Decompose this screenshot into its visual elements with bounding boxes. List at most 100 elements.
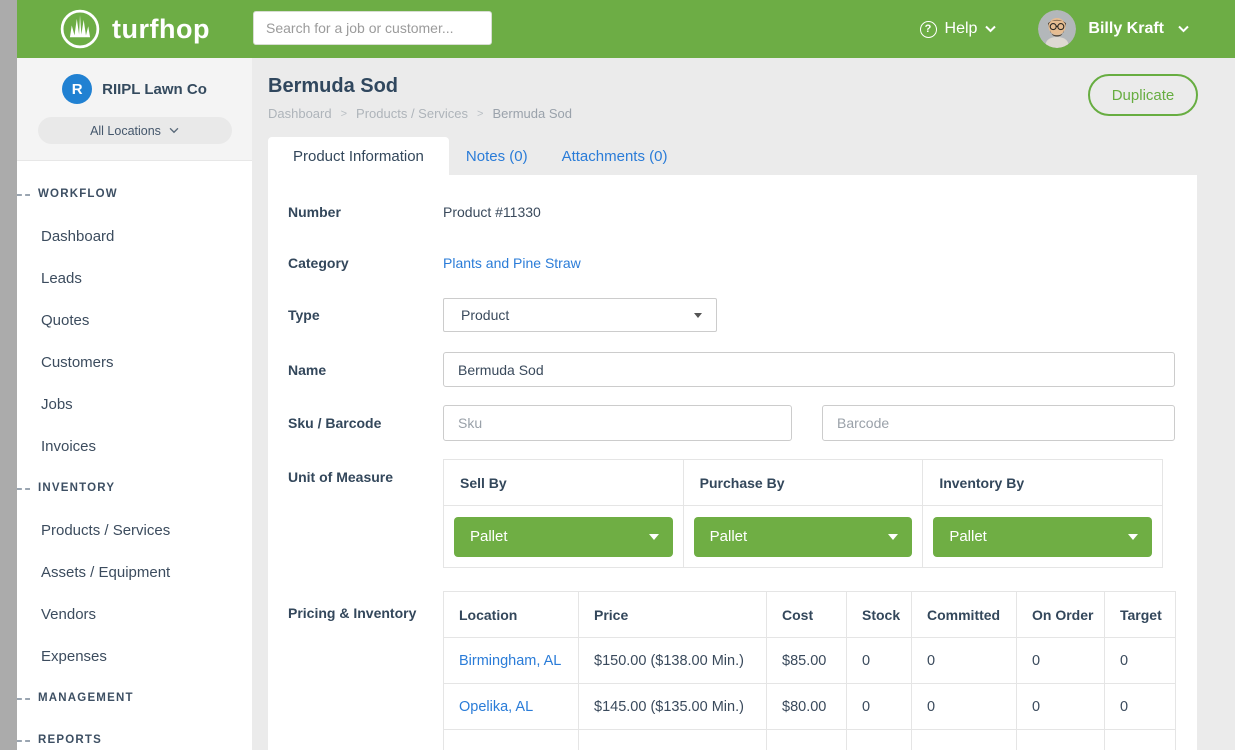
caret-down-icon: [1128, 534, 1138, 540]
type-label: Type: [288, 305, 443, 325]
pricing-column-header-stock: Stock: [847, 592, 912, 638]
uom-select-value: Pallet: [949, 528, 1128, 545]
table-row: Opelika, AL$145.00 ($135.00 Min.)$80.000…: [444, 684, 1176, 730]
tab-notes-0[interactable]: Notes (0): [449, 137, 545, 175]
help-label: Help: [945, 20, 978, 38]
pricing-inventory-table: LocationPriceCostStockCommittedOn OrderT…: [443, 591, 1176, 750]
sku-input[interactable]: [443, 405, 792, 441]
breadcrumb-item-bermuda-sod: Bermuda Sod: [492, 106, 572, 121]
top-header: turfhop ? Help: [17, 0, 1235, 58]
cell-target: 0: [1105, 638, 1176, 684]
user-avatar[interactable]: [1038, 10, 1076, 48]
pricing-column-header-price: Price: [579, 592, 767, 638]
tab-product-information[interactable]: Product Information: [268, 137, 449, 175]
name-label: Name: [288, 360, 443, 380]
uom-select-purchase-by[interactable]: Pallet: [694, 517, 913, 557]
page-title: Bermuda Sod: [268, 75, 1197, 98]
search-input[interactable]: [253, 11, 492, 45]
location-filter-label: All Locations: [90, 124, 161, 138]
sidebar-section-reports[interactable]: REPORTS: [17, 734, 102, 746]
help-icon: ?: [920, 21, 937, 38]
sidebar-item-customers[interactable]: Customers: [17, 354, 114, 371]
uom-value-row: Pallet Pallet Pallet: [444, 506, 1163, 568]
sidebar-nav: WORKFLOW Dashboard Leads Quotes Customers Job…: [17, 161, 252, 750]
location-filter-dropdown[interactable]: All Locations: [38, 117, 232, 144]
caret-down-icon: [649, 534, 659, 540]
grass-logo-icon: [58, 7, 102, 51]
pricing-column-header-location: Location: [444, 592, 579, 638]
uom-column-header-inventory-by: Inventory By: [923, 460, 1163, 506]
caret-down-icon: [888, 534, 898, 540]
uom-column-header-sell-by: Sell By: [444, 460, 684, 506]
pricing-inventory-label: Pricing & Inventory: [288, 591, 443, 623]
sidebar-item-leads[interactable]: Leads: [17, 270, 82, 287]
unit-of-measure-label: Unit of Measure: [288, 459, 443, 487]
category-link[interactable]: Plants and Pine Straw: [443, 255, 581, 271]
sidebar-section-management[interactable]: MANAGEMENT: [17, 692, 134, 704]
location-link[interactable]: Opelika, AL: [459, 699, 533, 715]
uom-header-row: Sell ByPurchase ByInventory By: [444, 460, 1163, 506]
cell-on_order: 0: [1017, 684, 1105, 730]
help-menu[interactable]: ? Help: [920, 20, 997, 38]
cell-on_order: 0: [1017, 638, 1105, 684]
brand-wordmark: turfhop: [112, 14, 210, 45]
uom-select-sell-by[interactable]: Pallet: [454, 517, 673, 557]
cell-committed: 0: [912, 638, 1017, 684]
cell-target: 0: [1105, 684, 1176, 730]
number-value: Product #11330: [443, 204, 1175, 220]
tab-bar: Product InformationNotes (0)Attachments …: [268, 137, 1197, 175]
uom-select-value: Pallet: [470, 528, 649, 545]
pricing-column-header-cost: Cost: [767, 592, 847, 638]
cell-stock: 0: [847, 684, 912, 730]
sidebar-item-expenses[interactable]: Expenses: [17, 648, 107, 665]
cell-stock: 0: [847, 638, 912, 684]
sidebar-item-jobs[interactable]: Jobs: [17, 396, 73, 413]
uom-select-value: Pallet: [710, 528, 889, 545]
sidebar-section-workflow[interactable]: WORKFLOW: [17, 188, 118, 200]
duplicate-button[interactable]: Duplicate: [1088, 74, 1198, 116]
cell-location: Opelika, AL: [444, 684, 579, 730]
breadcrumb-item-products-services[interactable]: Products / Services: [356, 106, 468, 121]
name-input[interactable]: [443, 352, 1175, 387]
pricing-column-header-on-order: On Order: [1017, 592, 1105, 638]
breadcrumb-item-dashboard[interactable]: Dashboard: [268, 106, 332, 121]
breadcrumb-separator-icon: >: [341, 108, 347, 120]
pricing-header-row: LocationPriceCostStockCommittedOn OrderT…: [444, 592, 1176, 638]
chevron-down-icon[interactable]: [1178, 25, 1189, 33]
chevron-down-icon: [169, 127, 179, 134]
sku-barcode-label: Sku / Barcode: [288, 413, 443, 433]
sidebar-section-inventory[interactable]: INVENTORY: [17, 482, 115, 494]
sidebar-item-quotes[interactable]: Quotes: [17, 312, 89, 329]
cell-location: Birmingham, AL: [444, 638, 579, 684]
cell-cost: $85.00: [767, 638, 847, 684]
location-link[interactable]: Birmingham, AL: [459, 653, 561, 669]
sidebar-item-assets-equipment[interactable]: Assets / Equipment: [17, 564, 170, 581]
sidebar-item-dashboard[interactable]: Dashboard: [17, 228, 114, 245]
barcode-input[interactable]: [822, 405, 1175, 441]
main-content: Bermuda Sod Dashboard > Products / Service…: [252, 58, 1235, 750]
table-row-clipped: [444, 730, 1176, 750]
sidebar-item-products-services[interactable]: Products / Services: [17, 522, 170, 539]
cell-price: $145.00 ($135.00 Min.): [579, 684, 767, 730]
sidebar-item-vendors[interactable]: Vendors: [17, 606, 96, 623]
category-label: Category: [288, 253, 443, 273]
cell-cost: $80.00: [767, 684, 847, 730]
pricing-column-header-target: Target: [1105, 592, 1176, 638]
user-name[interactable]: Billy Kraft: [1088, 20, 1164, 38]
cell-committed: 0: [912, 684, 1017, 730]
breadcrumb: Dashboard > Products / Services > Bermuda So…: [268, 106, 1197, 121]
uom-select-inventory-by[interactable]: Pallet: [933, 517, 1152, 557]
pricing-column-header-committed: Committed: [912, 592, 1017, 638]
type-select[interactable]: Product: [443, 298, 717, 332]
type-select-value: Product: [461, 307, 694, 323]
sidebar-item-invoices[interactable]: Invoices: [17, 438, 96, 455]
pricing-body: Birmingham, AL$150.00 ($138.00 Min.)$85.…: [444, 638, 1176, 750]
tab-attachments-0[interactable]: Attachments (0): [545, 137, 685, 175]
brand-logo[interactable]: turfhop: [58, 0, 210, 58]
breadcrumb-separator-icon: >: [477, 108, 483, 120]
number-label: Number: [288, 202, 443, 222]
company-block: R RIIPL Lawn Co All Locations: [17, 58, 252, 161]
chevron-down-icon: [985, 25, 996, 33]
table-row: Birmingham, AL$150.00 ($138.00 Min.)$85.…: [444, 638, 1176, 684]
caret-down-icon: [694, 313, 702, 318]
